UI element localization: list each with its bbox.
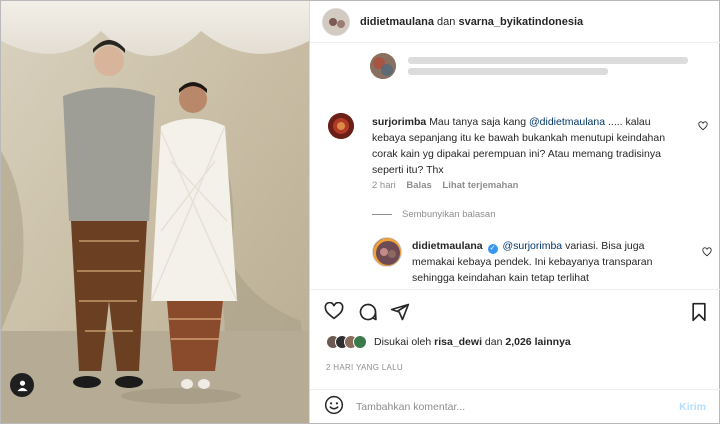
author-username[interactable]: didietmaulana — [360, 16, 434, 28]
likes-connector: dan — [484, 336, 503, 348]
heart-icon — [324, 301, 344, 320]
translate-button[interactable]: Lihat terjemahan — [442, 180, 518, 191]
post-panel: didietmaulana dan svarna_byikatindonesia… — [309, 1, 720, 423]
hide-replies-button[interactable]: Sembunyikan balasan — [372, 209, 495, 220]
comment-icon — [359, 303, 377, 321]
commenter-avatar[interactable] — [328, 113, 354, 139]
emoji-button[interactable] — [324, 395, 344, 418]
user-tag-button[interactable] — [10, 373, 34, 397]
likes-text: Disukai oleh risa_dewi dan 2,026 lainnya — [374, 336, 571, 348]
share-button[interactable] — [390, 302, 410, 325]
reply-text: didietmaulana ✓ @surjorimba variasi. Bis… — [412, 238, 682, 286]
hide-replies-line — [372, 214, 392, 215]
comment-button[interactable] — [358, 302, 378, 325]
smiley-icon — [324, 395, 344, 415]
post-header: didietmaulana dan svarna_byikatindonesia — [310, 1, 720, 43]
hide-replies-label: Sembunyikan balasan — [402, 209, 496, 220]
blurred-caption — [370, 53, 688, 79]
send-icon — [390, 303, 410, 321]
post-authors: didietmaulana dan svarna_byikatindonesia — [360, 16, 583, 28]
heart-icon — [702, 247, 712, 257]
add-comment-bar: Kirim — [310, 389, 720, 423]
comment-text-before: Mau tanya saja kang — [429, 116, 527, 128]
likes-summary: Disukai oleh risa_dewi dan 2,026 lainnya — [326, 335, 571, 349]
authors-connector: dan — [437, 15, 456, 28]
reply-mention[interactable]: @surjorimba — [502, 240, 562, 252]
reply-username[interactable]: didietmaulana — [412, 240, 483, 252]
comment-input[interactable] — [356, 400, 666, 413]
heart-icon — [698, 121, 708, 131]
bookmark-icon — [692, 302, 706, 322]
liker-avatar — [353, 335, 367, 349]
comment-like-button[interactable] — [698, 121, 708, 134]
reply-button[interactable]: Balas — [406, 180, 431, 191]
post-photo[interactable] — [1, 1, 309, 423]
send-comment-button[interactable]: Kirim — [679, 401, 706, 413]
reply-avatar[interactable] — [372, 237, 402, 267]
likes-count[interactable]: 2,026 lainnya — [505, 336, 570, 348]
comment-meta: 2 hari Balas Lihat terjemahan — [372, 180, 518, 191]
post-date[interactable]: 2 HARI YANG LALU — [326, 363, 403, 372]
commenter-username[interactable]: surjorimba — [372, 116, 426, 128]
liker-username[interactable]: risa_dewi — [434, 336, 482, 348]
action-bar — [310, 289, 720, 327]
blurred-avatar — [370, 53, 396, 79]
comment-time[interactable]: 2 hari — [372, 180, 396, 191]
user-tag-icon — [16, 380, 28, 391]
verified-badge-icon: ✓ — [487, 244, 498, 254]
likes-prefix: Disukai oleh — [374, 336, 432, 348]
save-button[interactable] — [690, 302, 708, 325]
like-button[interactable] — [324, 301, 344, 323]
blurred-text — [408, 53, 688, 79]
comment-mention[interactable]: @didietmaulana — [529, 116, 605, 128]
coauthor-username[interactable]: svarna_byikatindonesia — [458, 16, 583, 28]
comment-text: surjorimba Mau tanya saja kang @didietma… — [372, 114, 672, 178]
reply-like-button[interactable] — [702, 247, 712, 260]
author-avatar[interactable] — [322, 7, 350, 36]
photo-illustration — [1, 1, 309, 423]
